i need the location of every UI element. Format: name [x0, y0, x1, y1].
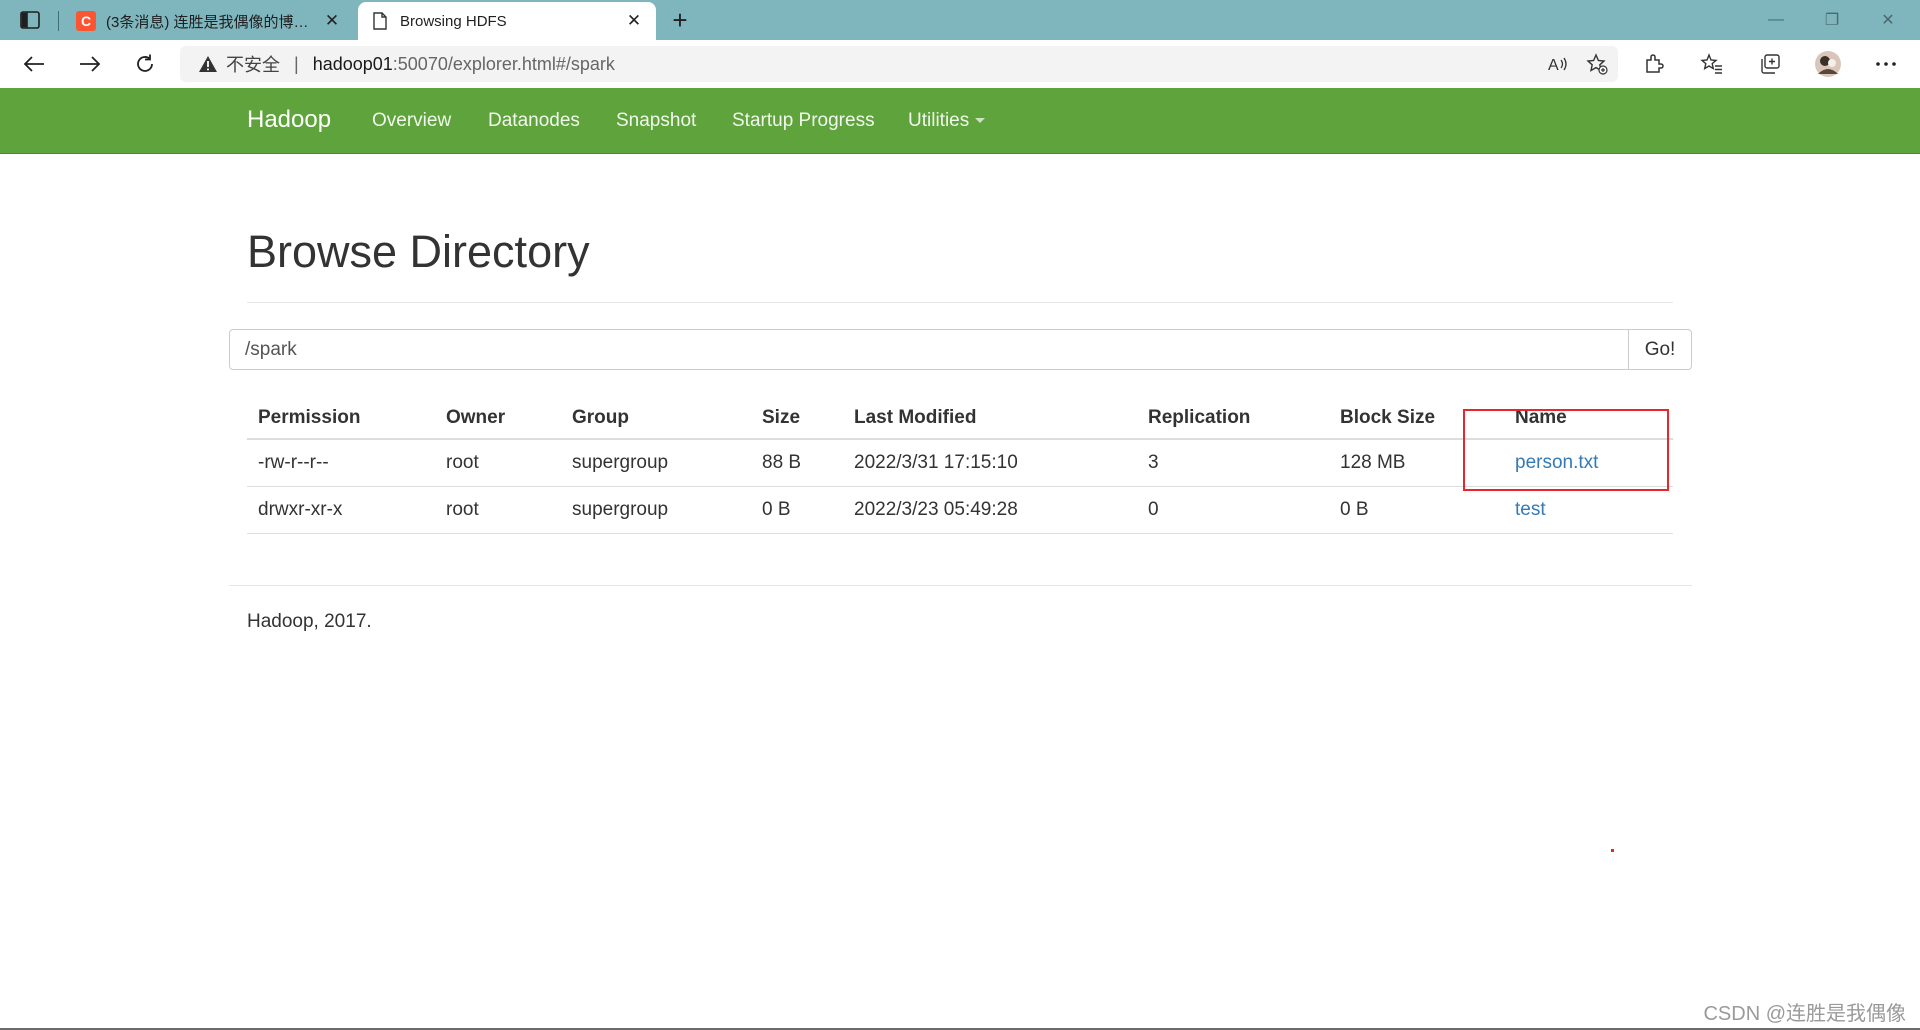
go-button[interactable]: Go! — [1628, 330, 1691, 369]
minimize-button[interactable]: — — [1748, 0, 1804, 40]
column-header-owner[interactable]: Owner — [435, 398, 561, 440]
hadoop-navbar: Hadoop Overview Datanodes Snapshot Start… — [0, 88, 1920, 154]
cell-name: test — [1504, 486, 1673, 534]
footer-divider — [229, 585, 1692, 586]
close-window-button[interactable]: ✕ — [1860, 0, 1916, 40]
cell-last-modified: 2022/3/23 05:49:28 — [843, 486, 1137, 534]
hadoop-brand-link[interactable]: Hadoop — [247, 106, 331, 134]
cell-size: 88 B — [751, 439, 843, 487]
nav-startup-progress[interactable]: Startup Progress — [732, 110, 875, 132]
annotation-highlight-box — [1463, 409, 1669, 491]
footer-text: Hadoop, 2017. — [247, 611, 372, 632]
favorites-icon[interactable] — [1694, 48, 1730, 80]
file-table: Permission Owner Group Size Last Modifie… — [247, 398, 1673, 534]
nav-snapshot[interactable]: Snapshot — [616, 110, 696, 132]
more-menu-icon[interactable] — [1868, 48, 1904, 80]
cell-permission: drwxr-xr-x — [247, 486, 435, 534]
tab-title: Browsing HDFS — [400, 12, 507, 30]
tab-browsing-hdfs[interactable]: Browsing HDFS ✕ — [358, 2, 656, 40]
watermark: CSDN @连胜是我偶像 — [1703, 1003, 1906, 1025]
annotation-dot — [1611, 849, 1614, 852]
cell-permission: -rw-r--r-- — [247, 439, 435, 487]
page-title: Browse Directory — [247, 226, 590, 277]
url-host: hadoop01 — [312, 53, 393, 74]
cell-replication: 0 — [1137, 486, 1329, 534]
cell-last-modified: 2022/3/31 17:15:10 — [843, 439, 1137, 487]
favorite-star-icon[interactable] — [1580, 46, 1614, 82]
column-header-size[interactable]: Size — [751, 398, 843, 440]
cell-group: supergroup — [561, 439, 751, 487]
forward-arrow-icon[interactable] — [72, 48, 108, 80]
nav-overview[interactable]: Overview — [372, 110, 451, 132]
tab-separator — [58, 11, 59, 31]
column-header-replication[interactable]: Replication — [1137, 398, 1329, 440]
page-icon — [370, 11, 390, 31]
divider — [247, 302, 1673, 303]
nav-datanodes[interactable]: Datanodes — [488, 110, 580, 132]
browser-tab-bar: C (3条消息) 连胜是我偶像的博客_C ✕ Browsing HDFS ✕ +… — [0, 0, 1920, 40]
svg-text:A: A — [1548, 57, 1559, 73]
read-aloud-icon[interactable]: A — [1541, 46, 1575, 82]
extensions-icon[interactable] — [1636, 48, 1672, 80]
cell-replication: 3 — [1137, 439, 1329, 487]
browser-toolbar: 不安全 | hadoop01:50070/explorer.html#/spar… — [0, 40, 1920, 89]
restore-button[interactable]: ❐ — [1804, 0, 1860, 40]
tab-csdn[interactable]: C (3条消息) 连胜是我偶像的博客_C ✕ — [64, 2, 354, 40]
url-path: :50070/explorer.html#/spark — [392, 53, 615, 74]
table-row: drwxr-xr-x root supergroup 0 B 2022/3/23… — [247, 486, 1673, 534]
collections-icon[interactable] — [1752, 48, 1788, 80]
nav-utilities-dropdown[interactable]: Utilities — [908, 110, 986, 132]
cell-group: supergroup — [561, 486, 751, 534]
column-header-group[interactable]: Group — [561, 398, 751, 440]
refresh-icon[interactable] — [127, 48, 163, 80]
table-row: -rw-r--r-- root supergroup 88 B 2022/3/3… — [247, 439, 1673, 487]
cell-block-size: 0 B — [1329, 486, 1504, 534]
cell-size: 0 B — [751, 486, 843, 534]
table-header-row: Permission Owner Group Size Last Modifie… — [247, 398, 1673, 440]
chevron-down-icon — [975, 118, 986, 124]
new-tab-button[interactable]: + — [664, 6, 696, 34]
tab-title: (3条消息) 连胜是我偶像的博客_C — [106, 13, 322, 31]
close-tab-icon[interactable]: ✕ — [624, 11, 644, 31]
column-header-permission[interactable]: Permission — [247, 398, 435, 440]
close-tab-icon[interactable]: ✕ — [322, 11, 342, 31]
tab-actions-icon[interactable] — [16, 8, 44, 32]
directory-path-input[interactable] — [230, 330, 1628, 369]
not-secure-label[interactable]: 不安全 — [226, 51, 280, 77]
column-header-last-modified[interactable]: Last Modified — [843, 398, 1137, 440]
directory-path-form: Go! — [229, 329, 1692, 370]
back-arrow-icon[interactable] — [16, 48, 52, 80]
nav-utilities-label: Utilities — [908, 110, 970, 131]
csdn-favicon-icon: C — [76, 11, 96, 31]
cell-owner: root — [435, 439, 561, 487]
avatar[interactable] — [1810, 48, 1846, 80]
warning-icon[interactable] — [198, 55, 218, 73]
address-bar[interactable]: 不安全 | hadoop01:50070/explorer.html#/spar… — [180, 46, 1618, 82]
cell-owner: root — [435, 486, 561, 534]
directory-link-test[interactable]: test — [1515, 499, 1546, 520]
address-separator: | — [294, 53, 299, 74]
